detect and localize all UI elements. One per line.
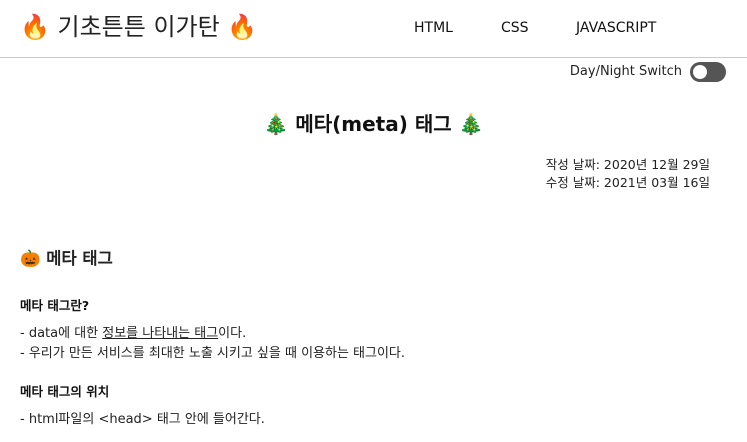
theme-switch-label: Day/Night Switch: [569, 64, 682, 79]
page-title: 🎄 메타(meta) 태그 🎄: [263, 112, 484, 136]
day-night-toggle[interactable]: [690, 62, 726, 82]
definition-list: - data에 대한 정보를 나타내는 태그이다. - 우리가 만든 서비스를 …: [20, 324, 405, 364]
modified-date: 수정 날짜: 2021년 03월 16일: [545, 175, 710, 190]
site-title[interactable]: 🔥 기초튼튼 이가탄 🔥: [20, 11, 257, 43]
nav-link-html[interactable]: HTML: [414, 18, 453, 38]
subsection-heading-what: 메타 태그란?: [20, 298, 90, 313]
list-item: - 우리가 만든 서비스를 최대한 노출 시키고 싶을 때 이용하는 태그이다.: [20, 346, 406, 361]
nav-link-css[interactable]: CSS: [501, 18, 529, 38]
list-item-suffix: 이다.: [218, 326, 247, 341]
toggle-knob: [693, 65, 707, 79]
section-heading: 🎃 메타 태그: [20, 249, 113, 268]
article-dates: 작성 날짜: 2020년 12월 29일 수정 날짜: 2021년 03월 16…: [546, 156, 710, 192]
theme-switch-row: Day/Night Switch: [570, 62, 726, 82]
created-date: 작성 날짜: 2020년 12월 29일: [545, 157, 710, 172]
location-list: - html파일의 <head> 태그 안에 들어간다.: [20, 410, 265, 430]
list-item: - html파일의 <head> 태그 안에 들어간다.: [20, 412, 265, 427]
nav-link-javascript[interactable]: JAVASCRIPT: [576, 18, 656, 38]
subsection-heading-location: 메타 태그의 위치: [20, 384, 110, 399]
site-header: 🔥 기초튼튼 이가탄 🔥 HTML CSS JAVASCRIPT: [0, 0, 747, 58]
list-item-underlined: 정보를 나타내는 태그: [102, 326, 219, 341]
list-item-prefix: - data에 대한: [20, 326, 103, 341]
list-item: - data에 대한 정보를 나타내는 태그이다.: [20, 324, 405, 344]
